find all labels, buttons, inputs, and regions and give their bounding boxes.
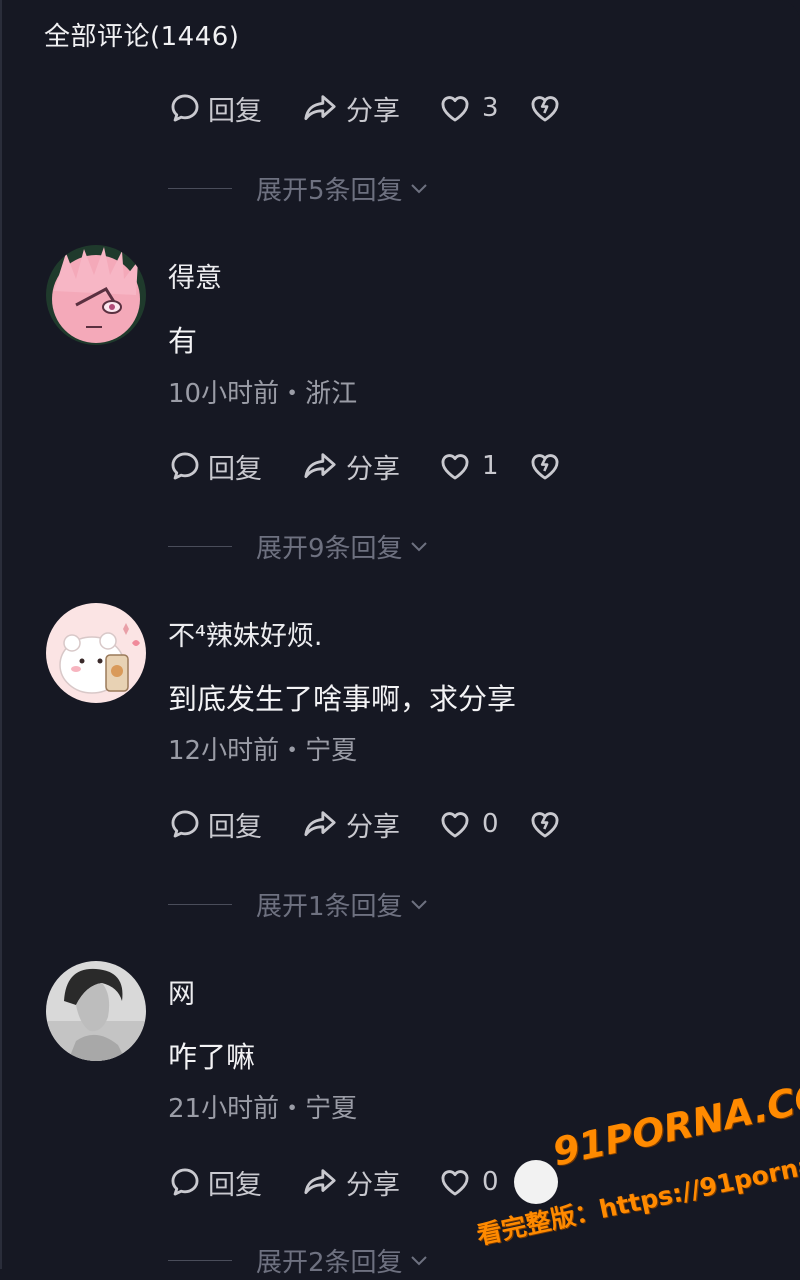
comment-text: 咋了嘛 <box>168 1040 256 1074</box>
username[interactable]: 不⁴辣妹好烦. <box>168 614 322 653</box>
username[interactable]: 网 <box>168 972 195 1011</box>
reply-button[interactable]: 回复 <box>168 805 300 844</box>
broken-heart-icon <box>531 96 559 122</box>
share-label: 分享 <box>346 811 400 843</box>
chevron-down-icon <box>410 184 427 194</box>
broken-heart-icon <box>531 454 559 480</box>
heart-icon <box>441 1170 469 1196</box>
share-label: 分享 <box>346 1169 400 1201</box>
heart-icon <box>441 454 469 480</box>
expand-label: 展开5条回复 <box>256 175 403 206</box>
expand-label: 展开2条回复 <box>256 1247 403 1278</box>
share-button[interactable]: 分享 <box>300 1163 438 1202</box>
comments-panel: 全部评论(1446) 回复 分享 3 展开5条回复 得意 有 10小时前・浙江 … <box>0 0 800 1278</box>
broken-heart-icon <box>531 812 559 838</box>
comment-meta: 21小时前・宁夏 <box>168 1094 358 1124</box>
comment-meta: 12小时前・宁夏 <box>168 736 358 766</box>
like-count: 3 <box>482 93 499 123</box>
expand-replies[interactable]: 展开1条回复 <box>168 884 431 924</box>
dislike-button[interactable] <box>528 91 562 125</box>
reply-button[interactable]: 回复 <box>168 1163 300 1202</box>
share-icon <box>304 453 336 479</box>
comment-icon <box>171 94 199 122</box>
avatar[interactable] <box>46 245 146 345</box>
heart-icon <box>441 96 469 122</box>
avatar[interactable] <box>46 603 146 703</box>
expand-label: 展开9条回复 <box>256 533 403 564</box>
heart-icon <box>441 812 469 838</box>
watermark-logo <box>514 1160 558 1204</box>
comment-actions: 回复 分享 0 <box>168 1162 528 1202</box>
divider-line <box>168 187 232 189</box>
reply-label: 回复 <box>208 95 262 127</box>
comment-text: 到底发生了啥事啊，求分享 <box>168 682 517 716</box>
dislike-button[interactable] <box>528 807 562 841</box>
like-button[interactable]: 3 <box>438 91 528 125</box>
expand-replies[interactable]: 展开9条回复 <box>168 526 431 566</box>
chevron-down-icon <box>410 1256 427 1266</box>
share-icon <box>304 95 336 121</box>
share-button[interactable]: 分享 <box>300 89 438 128</box>
like-button[interactable]: 1 <box>438 449 528 483</box>
reply-button[interactable]: 回复 <box>168 89 300 128</box>
reply-label: 回复 <box>208 1169 262 1201</box>
share-label: 分享 <box>346 453 400 485</box>
divider-line <box>168 545 232 547</box>
dislike-button[interactable] <box>528 449 562 483</box>
comment-icon <box>171 452 199 480</box>
comment-icon <box>171 1168 199 1196</box>
comments-header-title: 全部评论(1446) <box>44 22 240 52</box>
reply-label: 回复 <box>208 811 262 843</box>
like-count: 0 <box>482 1167 499 1197</box>
comment-actions: 回复 分享 1 <box>168 446 562 486</box>
username[interactable]: 得意 <box>168 256 222 295</box>
comment-actions: 回复 分享 3 <box>168 88 562 128</box>
like-button[interactable]: 0 <box>438 807 528 841</box>
like-count: 1 <box>482 451 499 481</box>
comment-text: 有 <box>168 324 198 358</box>
expand-label: 展开1条回复 <box>256 891 403 922</box>
chevron-down-icon <box>410 900 427 910</box>
like-count: 0 <box>482 809 499 839</box>
chevron-down-icon <box>410 542 427 552</box>
comment-actions: 回复 分享 0 <box>168 804 562 844</box>
avatar[interactable] <box>46 961 146 1061</box>
divider-line <box>168 903 232 905</box>
divider-line <box>168 1259 232 1261</box>
expand-replies[interactable]: 展开2条回复 <box>168 1240 431 1280</box>
expand-replies[interactable]: 展开5条回复 <box>168 168 431 208</box>
comment-icon <box>171 810 199 838</box>
share-icon <box>304 1169 336 1195</box>
comment-meta: 10小时前・浙江 <box>168 379 358 409</box>
share-label: 分享 <box>346 95 400 127</box>
reply-label: 回复 <box>208 453 262 485</box>
share-icon <box>304 811 336 837</box>
share-button[interactable]: 分享 <box>300 447 438 486</box>
reply-button[interactable]: 回复 <box>168 447 300 486</box>
share-button[interactable]: 分享 <box>300 805 438 844</box>
